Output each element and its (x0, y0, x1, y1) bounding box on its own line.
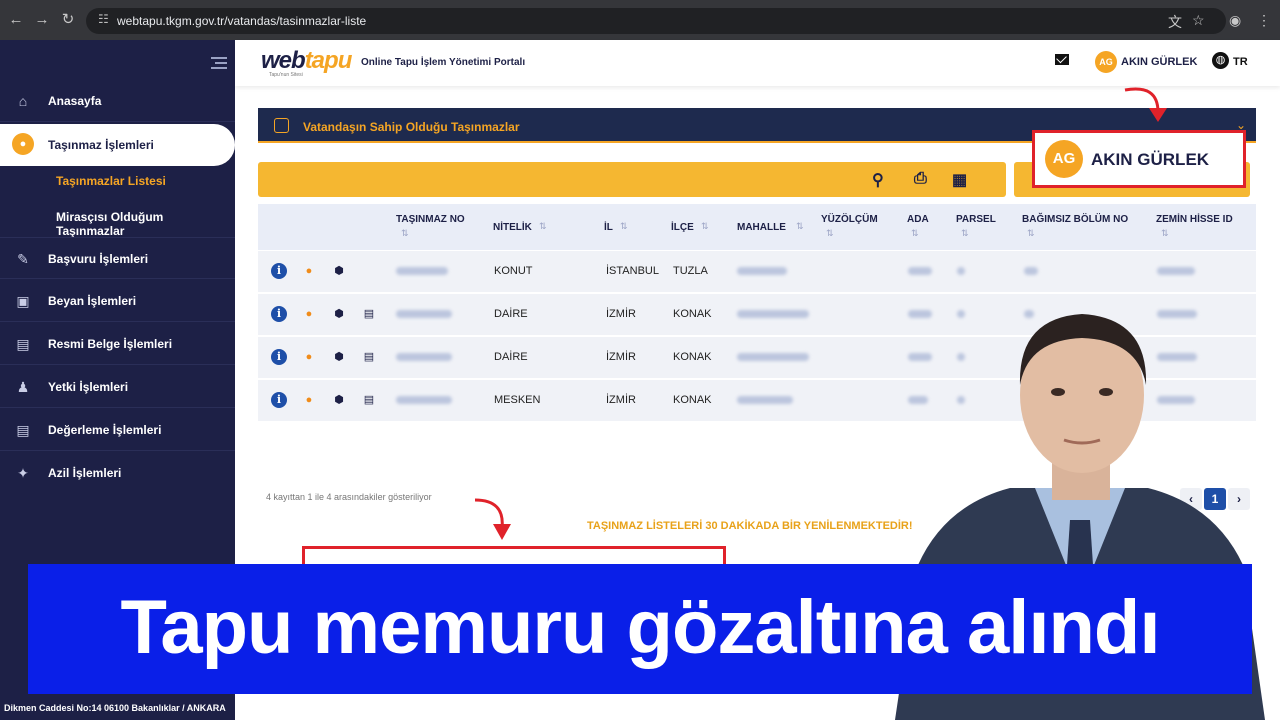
screenshot-frame: ← → ↻ ☷ webtapu.tkgm.gov.tr/vatandas/tas… (0, 0, 1280, 720)
headline-banner: Tapu memuru gözaltına alındı (28, 564, 1252, 694)
headline-text: Tapu memuru gözaltına alındı (120, 585, 1161, 670)
right-eye (1099, 388, 1113, 396)
left-eye (1051, 388, 1065, 396)
